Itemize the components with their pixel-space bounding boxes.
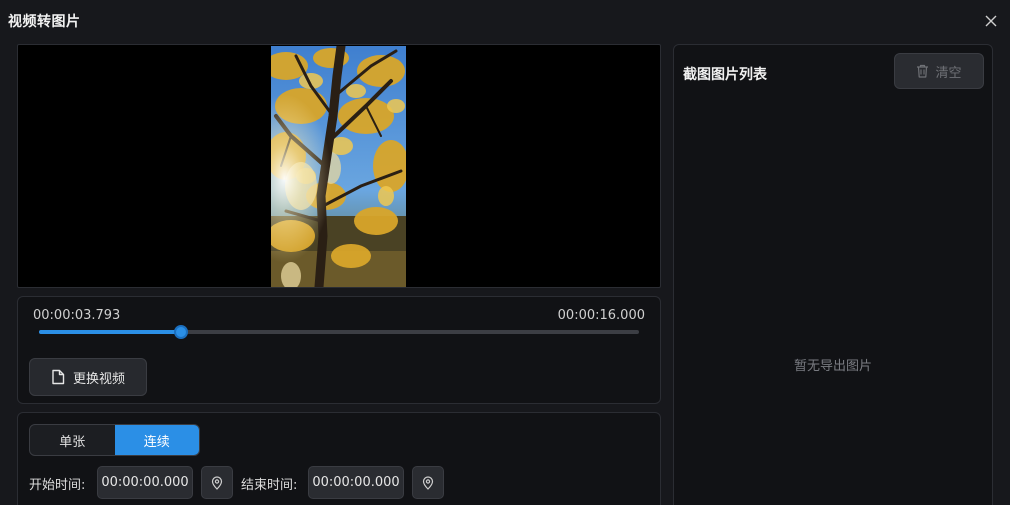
location-pin-icon (211, 475, 223, 490)
end-time-label: 结束时间: (241, 478, 298, 493)
clear-button-label: 清空 (935, 65, 962, 81)
video-to-image-dialog: 视频转图片 00:00:03.793 00:00:16.000 更换视频 单张 … (0, 0, 1010, 505)
clear-button[interactable]: 清空 (894, 53, 984, 89)
mode-continuous-button[interactable]: 连续 (114, 425, 199, 455)
time-range-row: 开始时间: 结束时间: (29, 466, 659, 499)
capture-mode-panel: 单张 连续 开始时间: 结束时间: (17, 412, 661, 505)
start-time-label: 开始时间: (29, 478, 86, 493)
snapshot-list-title: 截图图片列表 (683, 67, 767, 83)
start-time-input[interactable] (97, 466, 193, 499)
empty-state-text: 暂无导出图片 (793, 359, 872, 374)
close-button[interactable] (982, 12, 1000, 30)
video-frame-image (271, 46, 406, 287)
set-start-time-button[interactable] (201, 466, 233, 499)
mode-single-button[interactable]: 单张 (30, 425, 115, 455)
video-preview[interactable] (17, 44, 661, 288)
progress-slider-thumb[interactable] (174, 325, 189, 339)
replace-video-label: 更换视频 (72, 371, 125, 387)
video-frame (271, 46, 406, 287)
location-pin-icon (422, 475, 434, 490)
capture-mode-toggle: 单张 连续 (29, 424, 200, 456)
progress-slider[interactable] (39, 325, 639, 339)
end-time-input[interactable] (308, 466, 404, 499)
progress-slider-fill (39, 330, 182, 334)
timeline-panel: 00:00:03.793 00:00:16.000 更换视频 (17, 296, 661, 404)
current-time: 00:00:03.793 (33, 308, 121, 323)
set-end-time-button[interactable] (412, 466, 444, 499)
snapshot-list-panel: 截图图片列表 清空 暂无导出图片 (673, 44, 993, 505)
total-time: 00:00:16.000 (557, 308, 645, 323)
file-icon (52, 369, 65, 385)
close-icon (985, 15, 997, 27)
replace-video-button[interactable]: 更换视频 (29, 358, 147, 396)
trash-icon (917, 64, 929, 78)
dialog-title: 视频转图片 (8, 14, 81, 30)
